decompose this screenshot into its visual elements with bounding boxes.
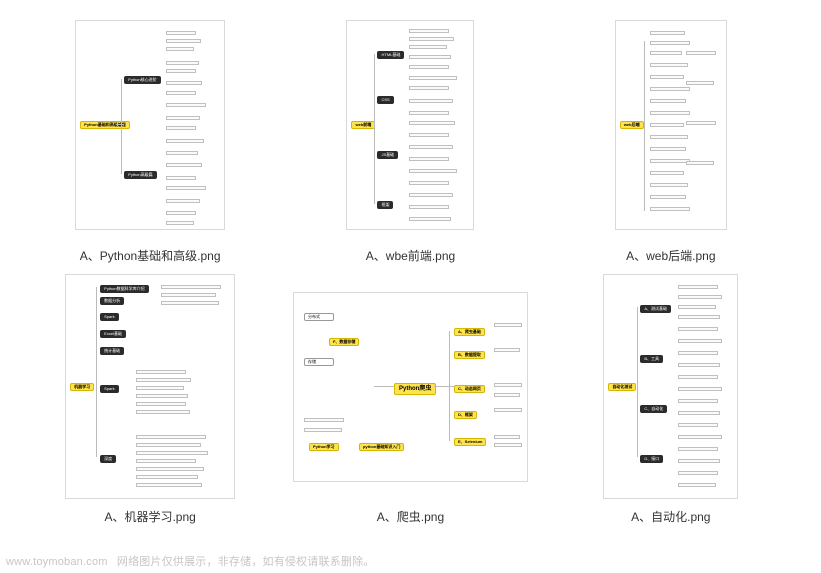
thumbnail-caption: A、web后端.png [626, 247, 715, 264]
thumbnail-cell: 自动化测试 A、测试基础 B、工具 C、自动化 D、接口 [551, 272, 791, 526]
mindmap-root: Python爬虫 [394, 383, 436, 395]
mindmap-root: web后端 [620, 121, 644, 129]
watermark-footer: www.toymoban.com 网络图片仅供展示，非存储，如有侵权请联系删除。 [6, 553, 375, 569]
thumbnail-image[interactable]: 机器学习 Python数据科学库介绍 数据分析 Spark Excel基础 统计… [30, 272, 270, 503]
thumbnail-grid: Python基础和高级编程 Python核心进阶 Python高级篇 [0, 0, 821, 555]
mindmap-branch: D、框架 [454, 411, 477, 419]
mindmap-root: 机器学习 [70, 383, 94, 391]
mindmap-branch: A、测试基础 [640, 305, 671, 313]
thumbnail-image[interactable]: 自动化测试 A、测试基础 B、工具 C、自动化 D、接口 [551, 272, 791, 503]
mindmap-branch: HTML基础 [377, 51, 404, 59]
mindmap-branch: C、动态网页 [454, 385, 485, 393]
mindmap-branch: Python核心进阶 [124, 76, 160, 84]
thumbnail-cell: Python爬虫 A、爬虫基础 B、数据提取 C、动态网页 D、框架 E、Sel… [290, 272, 530, 526]
thumbnail-caption: A、wbe前端.png [366, 247, 455, 264]
mindmap-branch: E、Selenium [454, 438, 486, 446]
thumbnail-image[interactable]: Python基础和高级编程 Python核心进阶 Python高级篇 [30, 10, 270, 241]
thumbnail-caption: A、自动化.png [631, 508, 710, 525]
mindmap-root: 自动化测试 [608, 383, 636, 391]
thumbnail-caption: A、机器学习.png [104, 508, 195, 525]
mindmap-branch: 框架 [377, 201, 393, 209]
thumbnail-cell: 机器学习 Python数据科学库介绍 数据分析 Spark Excel基础 统计… [30, 272, 270, 526]
mindmap-branch: Python高级篇 [124, 171, 156, 179]
mindmap-root: Python基础和高级编程 [80, 121, 130, 129]
thumbnail-image[interactable]: Python爬虫 A、爬虫基础 B、数据提取 C、动态网页 D、框架 E、Sel… [290, 272, 530, 503]
watermark-note: 网络图片仅供展示，非存储，如有侵权请联系删除。 [117, 556, 375, 568]
mindmap-branch: 数据分析 [100, 297, 124, 305]
mindmap-branch: Python数据科学库介绍 [100, 285, 148, 293]
thumbnail-image[interactable]: web前端 HTML基础 CSS JS基础 框架 [290, 10, 530, 241]
mindmap-branch: JS基础 [377, 151, 398, 159]
thumbnail-cell: web后端 [551, 10, 791, 264]
mindmap-branch: Spark [100, 385, 118, 393]
mindmap-root: web前端 [351, 121, 375, 129]
mindmap-branch: D、接口 [640, 455, 663, 463]
mindmap-branch: B、数据提取 [454, 351, 485, 359]
thumbnail-caption: A、Python基础和高级.png [80, 247, 221, 264]
mindmap-branch: F、数据存储 [329, 338, 359, 346]
mindmap-branch: CSS [377, 96, 393, 104]
mindmap-branch: python基础知识入门 [359, 443, 404, 451]
mindmap-branch: B、工具 [640, 355, 663, 363]
thumbnail-cell: web前端 HTML基础 CSS JS基础 框架 [290, 10, 530, 264]
mindmap-branch: Spark [100, 313, 118, 321]
mindmap-branch: 深度 [100, 455, 116, 463]
watermark-domain: www.toymoban.com [6, 556, 108, 568]
thumbnail-caption: A、爬虫.png [377, 508, 444, 525]
mindmap-branch: C、自动化 [640, 405, 667, 413]
mindmap-branch: Python学习 [309, 443, 339, 451]
thumbnail-cell: Python基础和高级编程 Python核心进阶 Python高级篇 [30, 10, 270, 264]
thumbnail-image[interactable]: web后端 [551, 10, 791, 241]
mindmap-branch: A、爬虫基础 [454, 328, 485, 336]
